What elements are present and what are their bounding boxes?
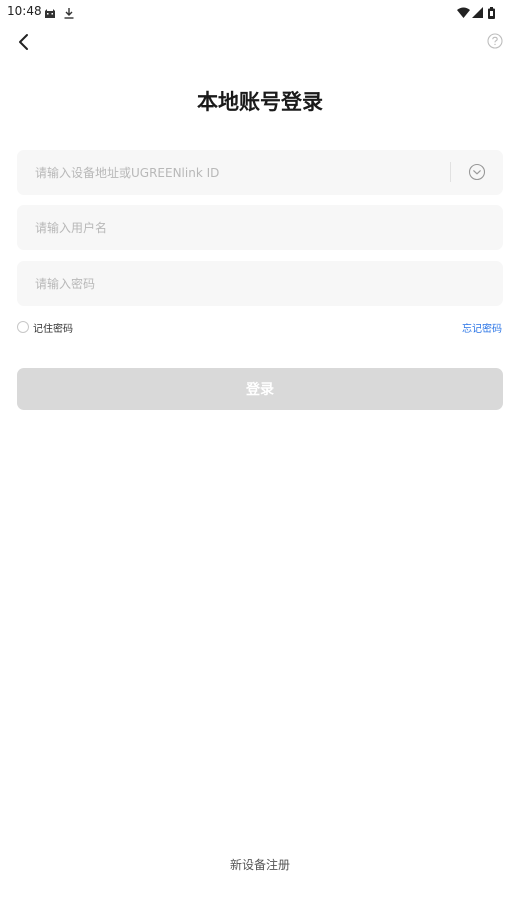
forgot-password-link[interactable]: 忘记密码	[462, 320, 502, 335]
back-button[interactable]	[12, 30, 36, 54]
address-input[interactable]	[35, 150, 455, 195]
help-button[interactable]	[486, 32, 504, 50]
register-new-device-link[interactable]: 新设备注册	[0, 856, 520, 873]
top-bar	[0, 22, 520, 62]
address-field[interactable]	[17, 150, 503, 195]
password-field[interactable]	[17, 261, 503, 306]
login-button[interactable]: 登录	[17, 368, 503, 410]
remember-radio[interactable]	[17, 321, 29, 333]
download-icon	[63, 4, 75, 23]
username-input[interactable]	[35, 205, 455, 250]
wifi-icon	[457, 4, 470, 23]
chevron-left-icon	[19, 34, 28, 50]
password-input[interactable]	[35, 261, 455, 306]
status-time: 10:48	[7, 4, 42, 18]
signal-icon	[472, 4, 483, 23]
page-title: 本地账号登录	[197, 90, 323, 114]
status-bar: 10:48	[0, 0, 520, 22]
remember-label: 记住密码	[33, 323, 73, 335]
field-divider	[450, 162, 451, 182]
chevron-down-circle-icon	[468, 163, 486, 181]
username-field[interactable]	[17, 205, 503, 250]
question-circle-icon	[487, 33, 503, 49]
remember-password-toggle[interactable]: 记住密码	[17, 320, 73, 335]
cat-icon	[44, 4, 56, 23]
battery-icon	[488, 4, 495, 23]
address-history-button[interactable]	[467, 162, 487, 182]
